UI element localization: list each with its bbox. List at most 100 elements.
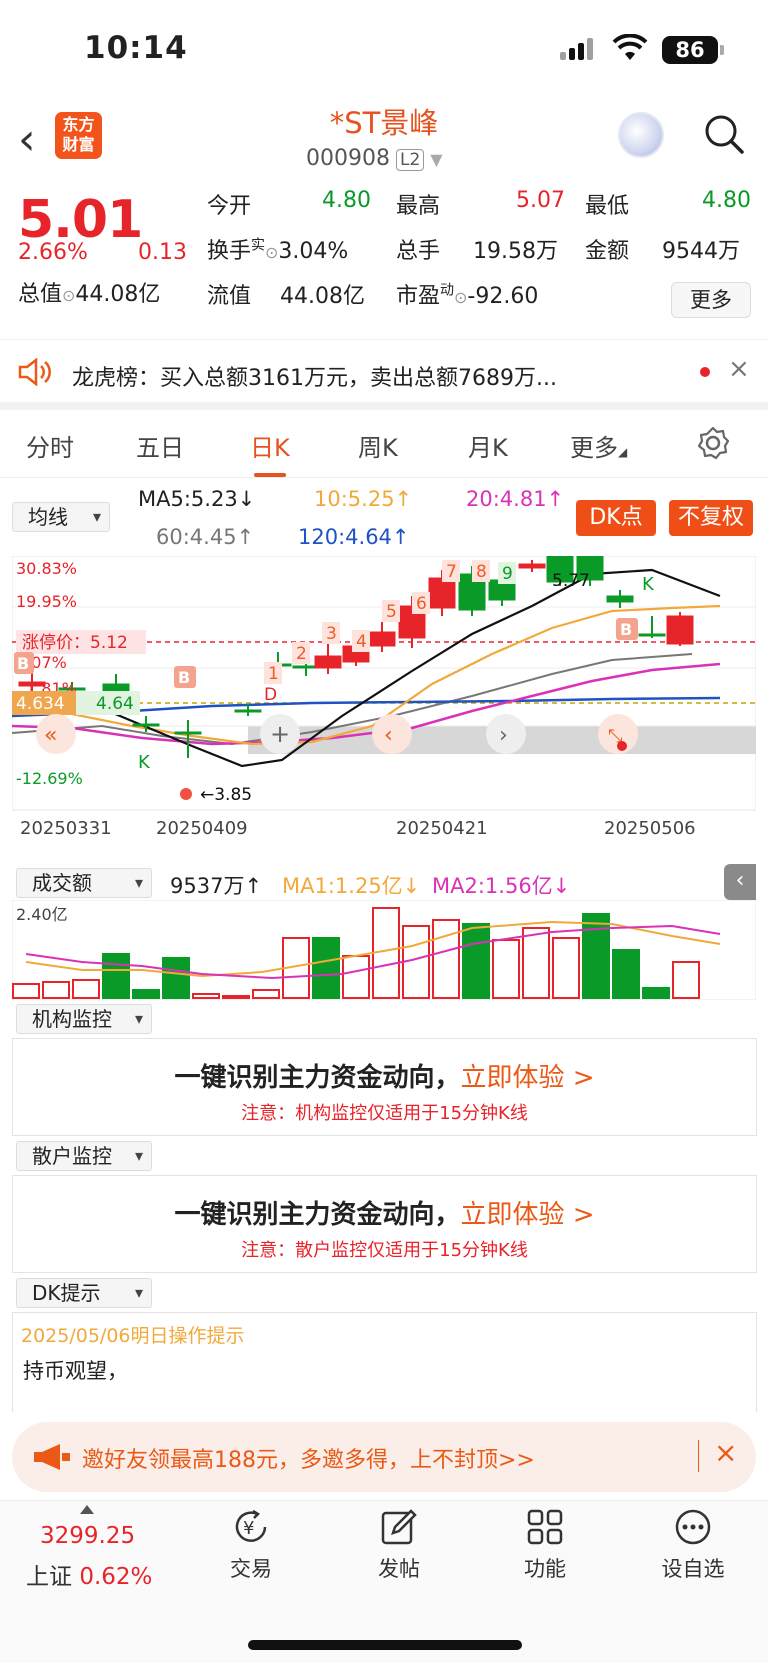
nav-functions[interactable]: 功能 (500, 1507, 590, 1583)
institution-monitor-panel[interactable]: 一键识别主力资金动向，立即体验 > 注意：机构监控仅适用于15分钟K线 (12, 1038, 757, 1136)
limit-up-label: 涨停价：5.12 (22, 633, 128, 653)
settings-gear-icon[interactable] (696, 426, 730, 460)
no-adjust-button[interactable]: 不复权 (669, 500, 753, 536)
retail-monitor-panel[interactable]: 一键识别主力资金动向，立即体验 > 注意：散户监控仅适用于15分钟K线 (12, 1175, 757, 1273)
trade-yen-icon: ¥ (235, 1509, 267, 1542)
low-label: 最低 (585, 194, 630, 219)
nav-post[interactable]: 发帖 (354, 1507, 444, 1583)
speaker-icon (18, 358, 51, 386)
search-icon[interactable] (704, 114, 744, 154)
y-label-2: 19.95% (16, 592, 77, 611)
wifi-icon (612, 34, 648, 60)
dk-tip-panel: 2025/05/06明日操作提示 持币观望， (12, 1312, 757, 1412)
quote-panel: 5.01 2.66% 0.13 总值⊙44.08亿 今开 4.80 最高 5.0… (0, 180, 768, 340)
nav-add-watchlist-label: 设自选 (661, 1557, 725, 1581)
nav-add-watchlist[interactable]: 设自选 (648, 1507, 738, 1583)
notice-bar[interactable]: 龙虎榜：买入总额3161万元，卖出总额7689万... × (0, 340, 768, 410)
tab-intraday[interactable]: 分时 (26, 428, 74, 463)
nav-trade[interactable]: ¥ 交易 (206, 1507, 296, 1583)
change-value: 0.13 (138, 240, 187, 265)
volume-ma2: MA2:1.56亿↓ (432, 874, 571, 898)
ma120-value: 120:4.64↑ (298, 525, 410, 549)
ma5-value: MA5:5.23↓ (138, 487, 256, 511)
collapse-toggle[interactable]: ‹ (724, 864, 756, 900)
dk-point-button[interactable]: DK点 (576, 500, 656, 536)
tab-5day[interactable]: 五日 (136, 428, 184, 463)
index-summary[interactable]: 上证 0.62% (26, 1557, 152, 1591)
nav-trade-label: 交易 (230, 1557, 272, 1581)
volume-bar (312, 937, 340, 999)
date-label-1: 20250331 (20, 818, 112, 839)
more-button[interactable]: 更多 (671, 282, 751, 318)
wave-label: 7 (446, 562, 457, 582)
volume-bar (582, 913, 610, 999)
turnover-label-text: 换手 (207, 239, 252, 264)
ma20-value: 20:4.81↑ (466, 487, 565, 511)
unread-dot (700, 367, 710, 377)
notice-text: 龙虎榜：买入总额3161万元，卖出总额7689万... (72, 366, 557, 391)
kline-chart[interactable]: 30.83% 19.95% 9.07% 1.81% -12.69% 涨停价：5.… (12, 556, 756, 866)
volume-bar (42, 981, 70, 999)
panel-title: 一键识别主力资金动向， (174, 1063, 461, 1093)
plus-icon: + (270, 720, 290, 748)
ma-selector[interactable]: 均线 (12, 502, 110, 532)
date-label-3: 20250421 (396, 818, 488, 839)
volume-bar (552, 937, 580, 999)
tab-more[interactable]: 更多◢ (570, 428, 627, 463)
edit-icon (381, 1509, 417, 1545)
signal-icon (560, 38, 593, 60)
up-arrow-icon (80, 1505, 94, 1514)
nav-post-label: 发帖 (378, 1557, 420, 1581)
tab-weekly-k[interactable]: 周K (358, 428, 398, 463)
info-icon[interactable]: ⊙ (454, 288, 467, 307)
close-icon[interactable]: × (714, 1436, 737, 1469)
panel-title: 一键识别主力资金动向， (174, 1200, 461, 1230)
cur-price-tag-text: 4.634 (16, 694, 65, 714)
volume-bar (222, 995, 250, 999)
volume-max-label: 2.40亿 (16, 905, 68, 924)
volume-bar (12, 983, 40, 999)
candle-body (234, 709, 262, 713)
cur-value-tag-text: 4.64 (96, 694, 134, 714)
amount-label: 金额 (585, 239, 630, 264)
volume-bar (162, 957, 190, 999)
invite-banner[interactable]: 邀好友领最高188元，多邀多得，上不封顶>> × (12, 1422, 756, 1492)
dk-tip-date: 2025/05/06明日操作提示 (21, 1325, 245, 1347)
home-indicator (248, 1640, 522, 1650)
back-button[interactable]: ‹ (18, 118, 36, 162)
k-mark-1: K (138, 752, 151, 773)
chevron-down-icon: ▼ (430, 150, 443, 169)
close-icon[interactable]: × (728, 354, 750, 384)
volume-ma1: MA1:1.25亿↓ (282, 874, 421, 898)
date-label-4: 20250506 (604, 818, 696, 839)
candle-body (666, 615, 694, 645)
caret-icon: ◢ (618, 445, 628, 459)
candle-body (428, 577, 456, 609)
svg-text:¥: ¥ (243, 1518, 254, 1539)
wave-label: 3 (326, 624, 337, 644)
assistant-robot-icon[interactable] (618, 112, 664, 158)
stock-code[interactable]: 000908 L2 ▼ (306, 146, 443, 171)
low-value: 4.80 (702, 188, 751, 213)
info-icon[interactable]: ⊙ (265, 243, 278, 262)
pe-label: 市盈动⊙-92.60 (396, 278, 538, 310)
wave-label: 5 (386, 602, 397, 622)
tab-monthly-k[interactable]: 月K (468, 428, 508, 463)
try-now-link[interactable]: 立即体验 > (460, 1200, 594, 1230)
tab-daily-k[interactable]: 日K (250, 428, 290, 477)
retail-monitor-selector[interactable]: 散户监控 (16, 1141, 152, 1171)
volume-selector[interactable]: 成交额 (16, 868, 152, 898)
candle-body (132, 723, 160, 727)
info-icon[interactable]: ⊙ (62, 286, 75, 305)
try-now-link[interactable]: 立即体验 > (460, 1063, 594, 1093)
d-mark: D (264, 685, 277, 705)
ma10-value: 10:5.25↑ (314, 487, 413, 511)
volume-value: 9537万↑ (170, 874, 263, 898)
dk-tip-selector[interactable]: DK提示 (16, 1278, 152, 1308)
volume-bar (522, 927, 550, 999)
index-value: 3299.25 (40, 1523, 136, 1549)
institution-monitor-selector[interactable]: 机构监控 (16, 1004, 152, 1034)
mcap-value: 44.08亿 (75, 282, 161, 307)
volume-bar (492, 939, 520, 999)
ma60-value: 60:4.45↑ (156, 525, 255, 549)
